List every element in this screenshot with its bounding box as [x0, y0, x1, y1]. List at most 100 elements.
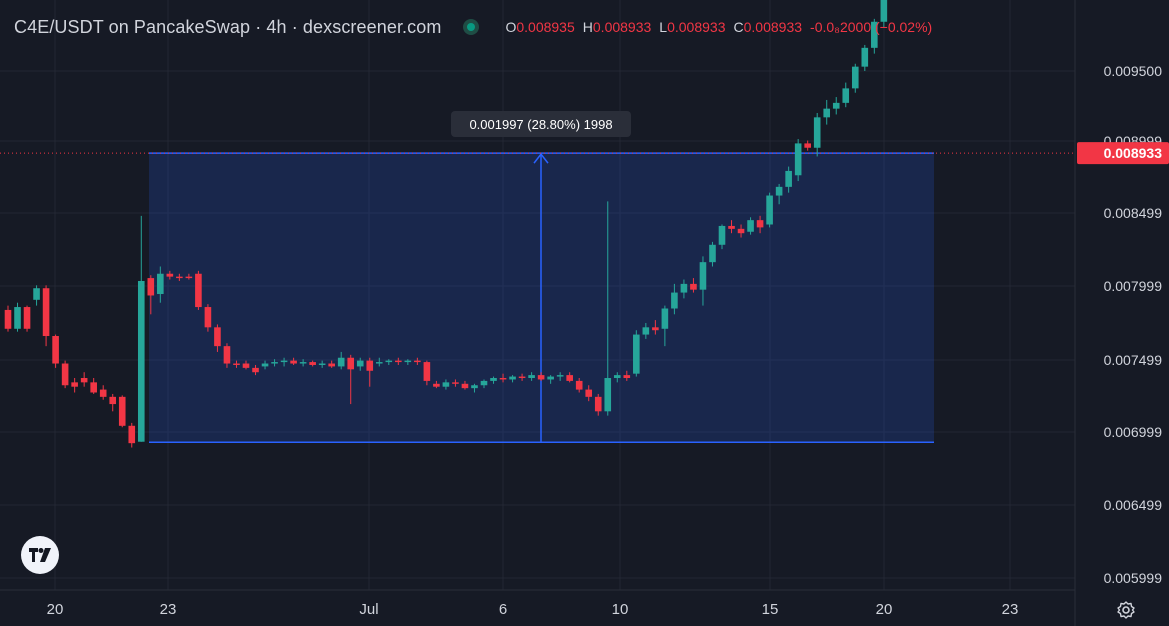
candle-body — [366, 360, 374, 371]
candle-body — [23, 307, 31, 329]
measure-label: 0.001997 (28.80%) 1998 — [451, 111, 631, 137]
candle-body — [404, 360, 412, 363]
candle-body — [671, 292, 678, 309]
candle-body — [842, 88, 850, 103]
gear-icon[interactable] — [1116, 600, 1136, 620]
candle-body — [99, 389, 107, 397]
candle-body — [728, 225, 735, 229]
candle-body — [680, 283, 688, 293]
y-tick-label: 0.006499 — [1104, 497, 1163, 513]
tradingview-logo-icon[interactable] — [21, 536, 59, 574]
candle-body — [414, 360, 421, 363]
high-label: H — [582, 19, 593, 35]
candle-body — [433, 383, 440, 387]
x-tick-label: 20 — [876, 601, 893, 618]
y-tick-label: 0.008499 — [1104, 205, 1163, 221]
price-badge: 0.008933 — [1104, 145, 1163, 161]
candle-body — [690, 283, 697, 290]
candle-body — [137, 280, 145, 442]
candle-body — [195, 273, 202, 308]
candle-body — [356, 360, 364, 367]
candle-body — [633, 334, 640, 374]
candle-body — [14, 307, 21, 329]
candle-body — [271, 362, 278, 364]
candle-body — [299, 362, 307, 364]
x-tick-label: 6 — [499, 601, 507, 618]
candle-body — [594, 396, 602, 412]
market-status-icon — [463, 19, 480, 35]
candle-body — [328, 363, 335, 367]
candle-body — [604, 378, 612, 412]
candle-body — [490, 378, 497, 381]
candle-body — [128, 425, 136, 444]
x-tick-label: 20 — [47, 601, 64, 618]
y-tick-label: 0.009500 — [1104, 63, 1163, 79]
candle-body — [737, 228, 745, 234]
candle-body — [147, 278, 155, 296]
candle-body — [90, 382, 97, 393]
candle-body — [385, 360, 393, 363]
chart-title: C4E/USDT on PancakeSwap · 4h · dexscreen… — [14, 16, 442, 37]
ohlc-legend: O 0.008935 H 0.008933 L 0.008933 C 0.008… — [505, 19, 932, 35]
candle-body — [623, 375, 631, 379]
price-chart[interactable]: 0.0095000.0089990.0084990.0079990.007499… — [0, 0, 1169, 626]
candle-body — [375, 362, 383, 364]
x-tick-label: Jul — [359, 601, 378, 618]
candle-body — [309, 362, 316, 365]
candle-body — [61, 363, 69, 386]
candle-body — [261, 363, 269, 367]
candle-body — [109, 396, 117, 405]
candle-body — [537, 375, 545, 380]
candle-body — [566, 375, 573, 381]
close-value: 0.008933 — [743, 19, 803, 35]
y-tick-label: 0.005999 — [1104, 570, 1163, 586]
candle-body — [823, 108, 831, 118]
change-value: -0.0₈2000 (−0.02%) — [810, 19, 933, 35]
candle-body — [661, 308, 669, 329]
candle-body — [575, 380, 583, 390]
candle-body — [775, 186, 783, 196]
candle-body — [280, 360, 288, 363]
candle-body — [699, 262, 707, 290]
candle-body — [71, 382, 78, 387]
open-value: 0.008935 — [516, 19, 575, 35]
candle-body — [423, 362, 431, 381]
candle-body — [233, 363, 240, 365]
close-label: C — [733, 19, 744, 35]
candle-body — [851, 66, 859, 89]
candle-body — [480, 380, 488, 386]
candle-body — [4, 309, 12, 329]
candle-body — [509, 376, 516, 380]
x-tick-label: 23 — [1002, 601, 1019, 618]
candle-body — [709, 244, 716, 263]
candle-body — [804, 143, 811, 148]
candle-body — [813, 117, 821, 148]
candle-body — [223, 346, 231, 364]
candle-body — [185, 276, 193, 279]
candle-body — [166, 273, 174, 277]
candle-body — [861, 47, 869, 67]
candle-body — [766, 195, 773, 225]
low-label: L — [659, 19, 668, 35]
candle-body — [471, 385, 478, 389]
x-tick-label: 15 — [762, 601, 779, 618]
candle-body — [118, 396, 126, 426]
y-tick-label: 0.006999 — [1104, 424, 1163, 440]
candle-body — [347, 357, 355, 370]
candle-body — [785, 170, 792, 187]
x-tick-label: 10 — [612, 601, 629, 618]
candle-body — [499, 378, 507, 380]
chart-header: C4E/USDT on PancakeSwap · 4h · dexscreen… — [14, 16, 932, 38]
candle-body — [556, 375, 564, 377]
candle-body — [794, 143, 802, 176]
candle-body — [461, 383, 469, 389]
low-value: 0.008933 — [667, 19, 726, 35]
candle-body — [242, 363, 250, 368]
y-tick-label: 0.007499 — [1104, 352, 1163, 368]
candle-body — [528, 375, 535, 379]
open-label: O — [505, 19, 517, 35]
candle-body — [442, 382, 450, 387]
x-tick-label: 23 — [160, 601, 177, 618]
y-tick-label: 0.007999 — [1104, 278, 1163, 294]
candle-body — [33, 288, 40, 300]
